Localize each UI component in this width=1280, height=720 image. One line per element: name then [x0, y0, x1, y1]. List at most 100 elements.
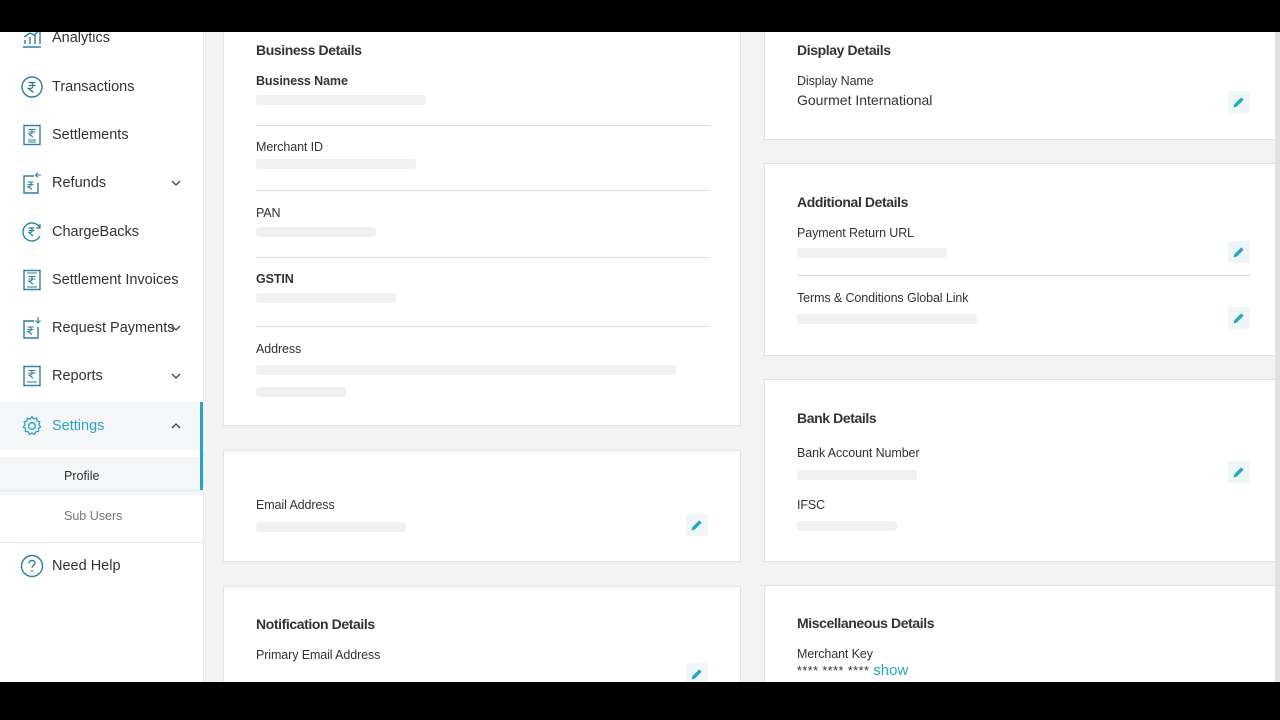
active-indicator — [200, 402, 203, 450]
display-details-card: Display Details Display Name Gourmet Int… — [764, 32, 1280, 140]
card-title: Business Details — [256, 42, 362, 58]
edit-terms-link-button[interactable] — [1228, 307, 1250, 329]
sidebar-subitem-sub-users[interactable]: Sub Users — [0, 497, 204, 535]
active-indicator — [200, 450, 203, 490]
business-name-label: Business Name — [256, 74, 348, 88]
redacted-value — [256, 522, 406, 532]
email-card: Email Address — [223, 450, 741, 562]
sidebar: Analytics Transactions Settlements Refun… — [0, 32, 204, 682]
misc-details-card: Miscellaneous Details Merchant Key **** … — [764, 585, 1280, 682]
payment-return-url-label: Payment Return URL — [797, 226, 914, 240]
sidebar-item-reports[interactable]: Reports — [0, 356, 204, 396]
help-icon — [20, 554, 44, 578]
redacted-value — [797, 470, 917, 480]
sidebar-divider — [0, 542, 204, 543]
redacted-value — [797, 248, 947, 258]
sidebar-item-transactions[interactable]: Transactions — [0, 67, 204, 107]
settlements-icon — [23, 124, 41, 146]
chevron-down-icon — [171, 180, 181, 186]
pencil-icon — [691, 520, 702, 531]
merchant-key-masked: **** **** **** — [797, 664, 874, 678]
field-divider — [256, 190, 710, 191]
address-label: Address — [256, 342, 302, 356]
ifsc-label: IFSC — [797, 498, 826, 512]
sidebar-item-label: ChargeBacks — [52, 224, 140, 240]
terms-link-label: Terms & Conditions Global Link — [797, 291, 969, 305]
edit-email-button[interactable] — [686, 514, 708, 536]
sidebar-item-need-help[interactable]: Need Help — [0, 546, 204, 586]
edit-bank-details-button[interactable] — [1228, 461, 1250, 483]
pencil-icon — [1233, 247, 1244, 258]
sidebar-item-label: Analytics — [52, 32, 111, 46]
field-divider — [797, 275, 1251, 276]
display-name-value: Gourmet International — [797, 92, 933, 108]
edit-payment-return-url-button[interactable] — [1228, 241, 1250, 263]
rupee-circle-icon — [21, 76, 43, 98]
redacted-value — [797, 521, 897, 531]
merchant-key-label: Merchant Key — [797, 647, 873, 661]
card-title: Notification Details — [256, 616, 375, 632]
sidebar-item-settlements[interactable]: Settlements — [0, 115, 204, 155]
redacted-value — [256, 95, 426, 105]
pencil-icon — [1233, 467, 1244, 478]
merchant-key-value: **** **** **** show — [797, 662, 908, 680]
additional-details-card: Additional Details Payment Return URL Te… — [764, 163, 1280, 356]
sidebar-item-settlement-invoices[interactable]: Settlement Invoices — [0, 260, 204, 300]
redacted-value — [256, 387, 346, 397]
sidebar-item-label: Reports — [52, 368, 103, 384]
redacted-value — [256, 293, 396, 303]
chevron-down-icon — [171, 325, 181, 331]
sidebar-item-settings[interactable]: Settings — [0, 402, 204, 450]
field-divider — [256, 257, 710, 258]
sidebar-item-label: Settlements — [52, 127, 129, 143]
card-title: Additional Details — [797, 194, 909, 210]
invoice-icon — [23, 269, 41, 291]
edit-display-name-button[interactable] — [1228, 91, 1250, 113]
analytics-icon — [23, 32, 41, 48]
display-name-label: Display Name — [797, 74, 874, 88]
chargeback-icon — [22, 222, 41, 242]
chevron-down-icon — [171, 373, 181, 379]
redacted-value — [797, 314, 977, 324]
gear-icon — [22, 415, 42, 436]
sidebar-item-analytics[interactable]: Analytics — [0, 32, 204, 58]
sidebar-item-label: Settlement Invoices — [52, 272, 179, 288]
sidebar-item-label: Request Payments — [52, 320, 175, 336]
chevron-up-icon — [171, 423, 181, 429]
pan-label: PAN — [256, 206, 281, 220]
sidebar-item-label: Need Help — [52, 558, 121, 574]
sidebar-divider — [0, 490, 204, 491]
business-details-card: Business Details Business Name Merchant … — [223, 32, 741, 426]
field-divider — [256, 326, 710, 327]
card-title: Display Details — [797, 42, 891, 58]
gstin-label: GSTIN — [256, 272, 294, 286]
bank-account-number-label: Bank Account Number — [797, 446, 920, 460]
card-title: Miscellaneous Details — [797, 615, 935, 631]
request-payment-icon — [23, 317, 41, 339]
sidebar-item-chargebacks[interactable]: ChargeBacks — [0, 212, 204, 252]
refund-icon — [23, 172, 41, 194]
sidebar-item-request-payments[interactable]: Request Payments — [0, 308, 204, 348]
scrollbar[interactable] — [1275, 32, 1280, 682]
reports-icon — [23, 365, 41, 387]
app-viewport: Analytics Transactions Settlements Refun… — [0, 32, 1280, 682]
redacted-value — [256, 365, 676, 375]
pencil-icon — [691, 669, 702, 680]
merchant-id-label: Merchant ID — [256, 140, 323, 154]
sidebar-item-label: Refunds — [52, 175, 107, 191]
pencil-icon — [1233, 313, 1244, 324]
sidebar-item-label: Transactions — [52, 79, 135, 95]
edit-notification-button[interactable] — [686, 663, 708, 682]
card-title: Bank Details — [797, 410, 877, 426]
sidebar-item-label: Settings — [52, 418, 105, 434]
bank-details-card: Bank Details Bank Account Number IFSC — [764, 379, 1280, 562]
field-divider — [256, 125, 710, 126]
sidebar-item-refunds[interactable]: Refunds — [0, 163, 204, 203]
primary-email-label: Primary Email Address — [256, 648, 381, 662]
redacted-value — [256, 227, 376, 237]
email-address-label: Email Address — [256, 498, 335, 512]
redacted-value — [256, 159, 416, 169]
notification-details-card: Notification Details Primary Email Addre… — [223, 586, 741, 682]
sidebar-subitem-label: Profile — [64, 469, 100, 483]
show-merchant-key-link[interactable]: show — [873, 662, 908, 679]
